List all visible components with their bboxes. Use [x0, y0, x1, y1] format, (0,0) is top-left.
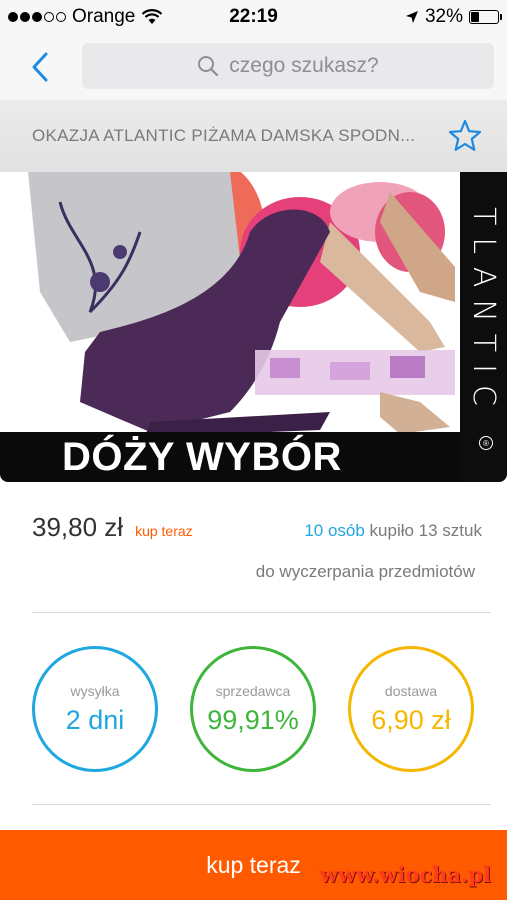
battery-percent: 32% — [424, 6, 463, 27]
signal-dot — [44, 12, 54, 22]
buy-now-tag: kup teraz — [135, 523, 193, 539]
shipping-label: wysyłka — [70, 682, 120, 699]
image-banner: DÓŻY WYBÓR — [0, 432, 460, 482]
buyers-count: 10 osób — [304, 521, 365, 540]
location-arrow-icon — [405, 11, 418, 23]
search-header: czego szukasz? — [0, 34, 507, 100]
seller-label: sprzedawca — [215, 682, 291, 699]
registered-mark: ® — [479, 436, 493, 450]
buyers-rest: kupiło 13 sztuk — [364, 521, 482, 540]
signal-strength-icon — [8, 12, 66, 22]
back-button[interactable] — [0, 34, 80, 100]
divider — [32, 804, 491, 805]
watermark: www.wiocha.pl — [319, 862, 491, 887]
shipping-value: 2 dni — [65, 704, 125, 735]
divider — [32, 612, 491, 613]
seller-value: 99,91% — [207, 704, 299, 735]
status-left: Orange — [8, 6, 163, 28]
delivery-stat: dostawa 6,90 zł — [348, 646, 474, 772]
seller-stat[interactable]: sprzedawca 99,91% — [190, 646, 316, 772]
delivery-label: dostawa — [384, 682, 438, 699]
listing-title-bar: OKAZJA ATLANTIC PIŻAMA DAMSKA SPODN... — [0, 100, 507, 172]
favorite-star-icon[interactable] — [447, 118, 483, 154]
buy-now-label: kup teraz — [206, 851, 301, 878]
buyers-info: 10 osób kupiło 13 sztuk — [304, 521, 482, 541]
price: 39,80 zł — [32, 512, 124, 542]
signal-dot — [56, 12, 66, 22]
listing-title: OKAZJA ATLANTIC PIŻAMA DAMSKA SPODN... — [32, 126, 416, 145]
signal-dot — [8, 12, 18, 22]
brand-logo: TLANTIC — [463, 172, 503, 452]
status-bar: Orange 22:19 32% — [0, 0, 507, 34]
chevron-left-icon — [32, 52, 48, 82]
product-image[interactable]: TLANTIC ® DÓŻY WYBÓR — [0, 172, 507, 482]
battery-fill — [471, 12, 479, 22]
brand-strip: TLANTIC ® — [460, 172, 507, 482]
battery-icon — [469, 10, 502, 24]
status-right: 32% — [405, 6, 502, 28]
carrier-name: Orange — [72, 6, 136, 27]
search-placeholder: czego szukasz? — [229, 54, 379, 77]
delivery-value: 6,90 zł — [371, 704, 451, 735]
stock-text: do wyczerpania przedmiotów — [255, 562, 475, 581]
signal-dot — [32, 12, 42, 22]
search-input[interactable]: czego szukasz? — [82, 43, 494, 89]
search-icon — [198, 56, 219, 77]
brand-text: TLANTIC — [465, 206, 501, 418]
wifi-icon — [142, 9, 163, 24]
shipping-stat: wysyłka 2 dni — [32, 646, 158, 772]
price-row: 39,80 zł kup teraz 10 osób kupiło 13 szt… — [32, 512, 482, 543]
signal-dot — [20, 12, 30, 22]
